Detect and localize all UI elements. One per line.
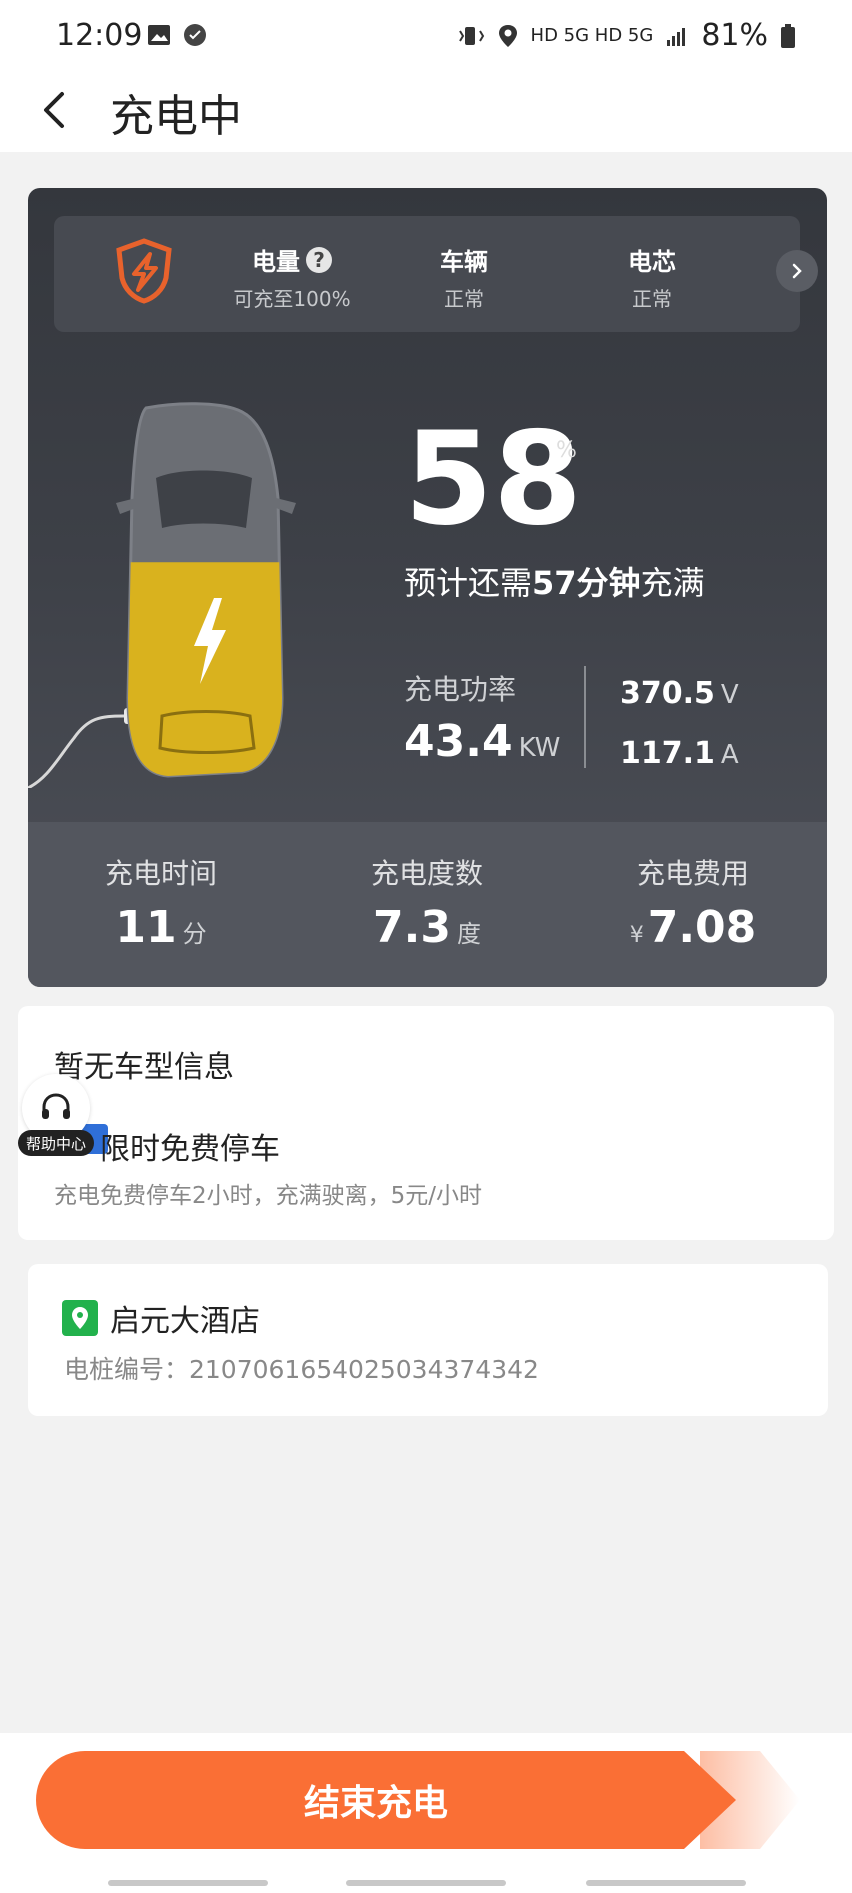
vehicle-status-title: 车辆	[440, 248, 488, 276]
voltage-value: 370.5 V	[620, 676, 739, 711]
charging-stats: 充电时间 11 分 充电度数 7.3 度 充电费用 ¥7.08	[28, 822, 827, 987]
station-name: 启元大酒店	[110, 1304, 260, 1339]
cell-status-item: 电芯 正常	[572, 242, 732, 312]
percent-symbol: %	[556, 438, 577, 463]
vibrate-icon	[458, 26, 484, 45]
free-parking-desc: 充电免费停车2小时，充满驶离，5元/小时	[54, 1183, 483, 1209]
location-icon	[498, 24, 517, 47]
help-center-button[interactable]: 帮助中心	[18, 1074, 94, 1164]
stat-charge-time: 充电时间 11 分	[104, 857, 217, 953]
power-unit: KW	[518, 733, 561, 763]
app-header: 充电中	[0, 74, 852, 152]
car-charging-illustration	[28, 402, 296, 788]
battery-level-sub: 可充至100%	[233, 287, 351, 311]
vehicle-info-card: 暂无车型信息 限时免费停车 充电免费停车2小时，充满驶离，5元/小时	[18, 1006, 834, 1240]
app-notification-icon	[184, 24, 206, 46]
battery-level-title: 电量	[252, 248, 300, 276]
bottom-action-bar: 结束充电	[0, 1733, 852, 1869]
signal-icon	[667, 27, 686, 46]
battery-check-bar[interactable]: 电量? 可充至100% 车辆 正常 电芯 正常	[54, 216, 818, 332]
remaining-time: 预计还需57分钟充满	[404, 564, 705, 602]
nav-back[interactable]	[586, 1880, 746, 1886]
stat-charge-cost: 充电费用 ¥7.08	[629, 857, 757, 953]
gallery-icon	[148, 25, 170, 45]
remaining-time-value: 57分钟	[532, 564, 641, 602]
divider	[584, 666, 586, 768]
current-value: 117.1 A	[620, 736, 739, 771]
status-left-icons	[146, 22, 208, 48]
help-question-icon[interactable]: ?	[306, 246, 332, 273]
battery-level-item: 电量? 可充至100%	[212, 242, 372, 312]
stat-charge-energy: 充电度数 7.3 度	[370, 857, 483, 953]
station-card: 启元大酒店 电桩编号：2107061654025034374342	[28, 1264, 828, 1416]
end-charging-button[interactable]: 结束充电	[36, 1751, 736, 1849]
system-nav-bar	[0, 1869, 852, 1893]
back-arrow-icon[interactable]	[26, 80, 86, 140]
charging-card: 电量? 可充至100% 车辆 正常 电芯 正常 58 % 预计还需57分钟充满 …	[28, 188, 827, 987]
battery-percent: 81%	[701, 18, 768, 53]
status-right-icons: HD 5G HD 5G 81%	[457, 18, 796, 53]
cell-status-sub: 正常	[632, 287, 672, 311]
network-text: HD 5G HD 5G	[530, 25, 654, 46]
status-time: 12:09	[56, 18, 143, 53]
help-center-label: 帮助中心	[18, 1130, 94, 1156]
charger-number: 电桩编号：2107061654025034374342	[64, 1355, 539, 1384]
power-label: 充电功率	[404, 673, 517, 706]
voltage-unit: V	[720, 680, 739, 710]
status-bar: 12:09 HD 5G HD 5G 81%	[0, 0, 852, 74]
button-arrow-decor	[700, 1751, 800, 1849]
power-value: 43.4 KW	[404, 716, 561, 767]
chevron-right-icon[interactable]	[776, 250, 818, 292]
location-pin-icon	[62, 1300, 98, 1336]
page-title: 充电中	[110, 91, 242, 142]
shield-icon	[116, 238, 172, 304]
cell-status-title: 电芯	[628, 248, 676, 276]
battery-icon	[781, 23, 795, 48]
vehicle-status-sub: 正常	[444, 287, 484, 311]
current-unit: A	[720, 740, 739, 770]
nav-home[interactable]	[346, 1880, 506, 1886]
free-parking-title: 限时免费停车	[100, 1132, 280, 1167]
vehicle-status-item: 车辆 正常	[384, 242, 544, 312]
nav-recent[interactable]	[108, 1880, 268, 1886]
charge-percent: 58	[404, 405, 583, 554]
